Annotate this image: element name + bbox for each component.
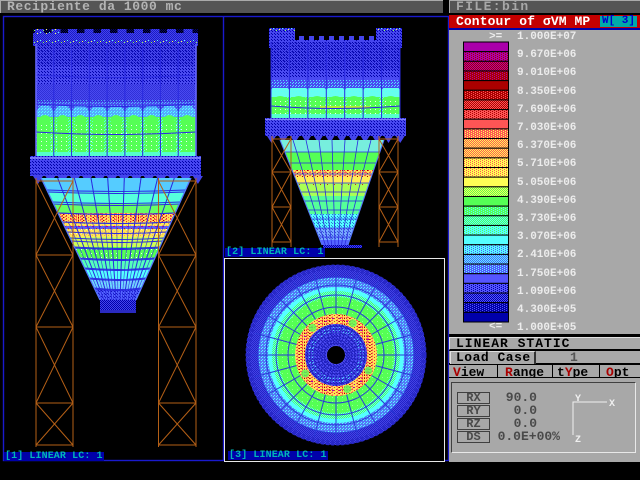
svg-text:Y: Y: [575, 394, 581, 405]
svg-text:X: X: [609, 399, 615, 410]
svg-text:Z: Z: [575, 435, 581, 445]
